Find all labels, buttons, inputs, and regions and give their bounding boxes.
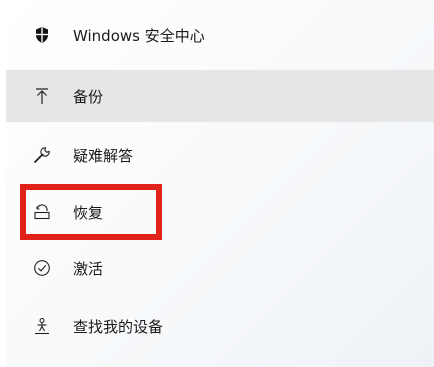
nav-item-recovery[interactable]: 恢复	[6, 186, 434, 238]
nav-item-troubleshoot[interactable]: 疑难解答	[6, 128, 434, 182]
nav-item-label: 疑难解答	[73, 146, 134, 165]
check-circle-icon	[33, 259, 51, 277]
nav-item-backup[interactable]: 备份	[6, 70, 434, 122]
nav-item-label: 激活	[73, 259, 104, 278]
nav-item-activation[interactable]: 激活	[6, 242, 434, 294]
wrench-icon	[33, 146, 51, 164]
shield-icon	[33, 26, 51, 44]
upload-arrow-icon	[33, 87, 51, 105]
nav-item-label: 恢复	[73, 203, 104, 222]
person-locate-icon	[33, 317, 51, 335]
nav-item-windows-security[interactable]: Windows 安全中心	[6, 10, 434, 60]
nav-item-label: Windows 安全中心	[73, 26, 205, 45]
nav-item-label: 查找我的设备	[73, 317, 164, 336]
settings-nav-panel: Windows 安全中心 备份 疑难解答 恢复 激活 查找我的设备	[6, 0, 434, 367]
nav-item-find-my-device[interactable]: 查找我的设备	[6, 300, 434, 352]
nav-item-label: 备份	[73, 87, 104, 106]
recovery-icon	[33, 203, 51, 221]
